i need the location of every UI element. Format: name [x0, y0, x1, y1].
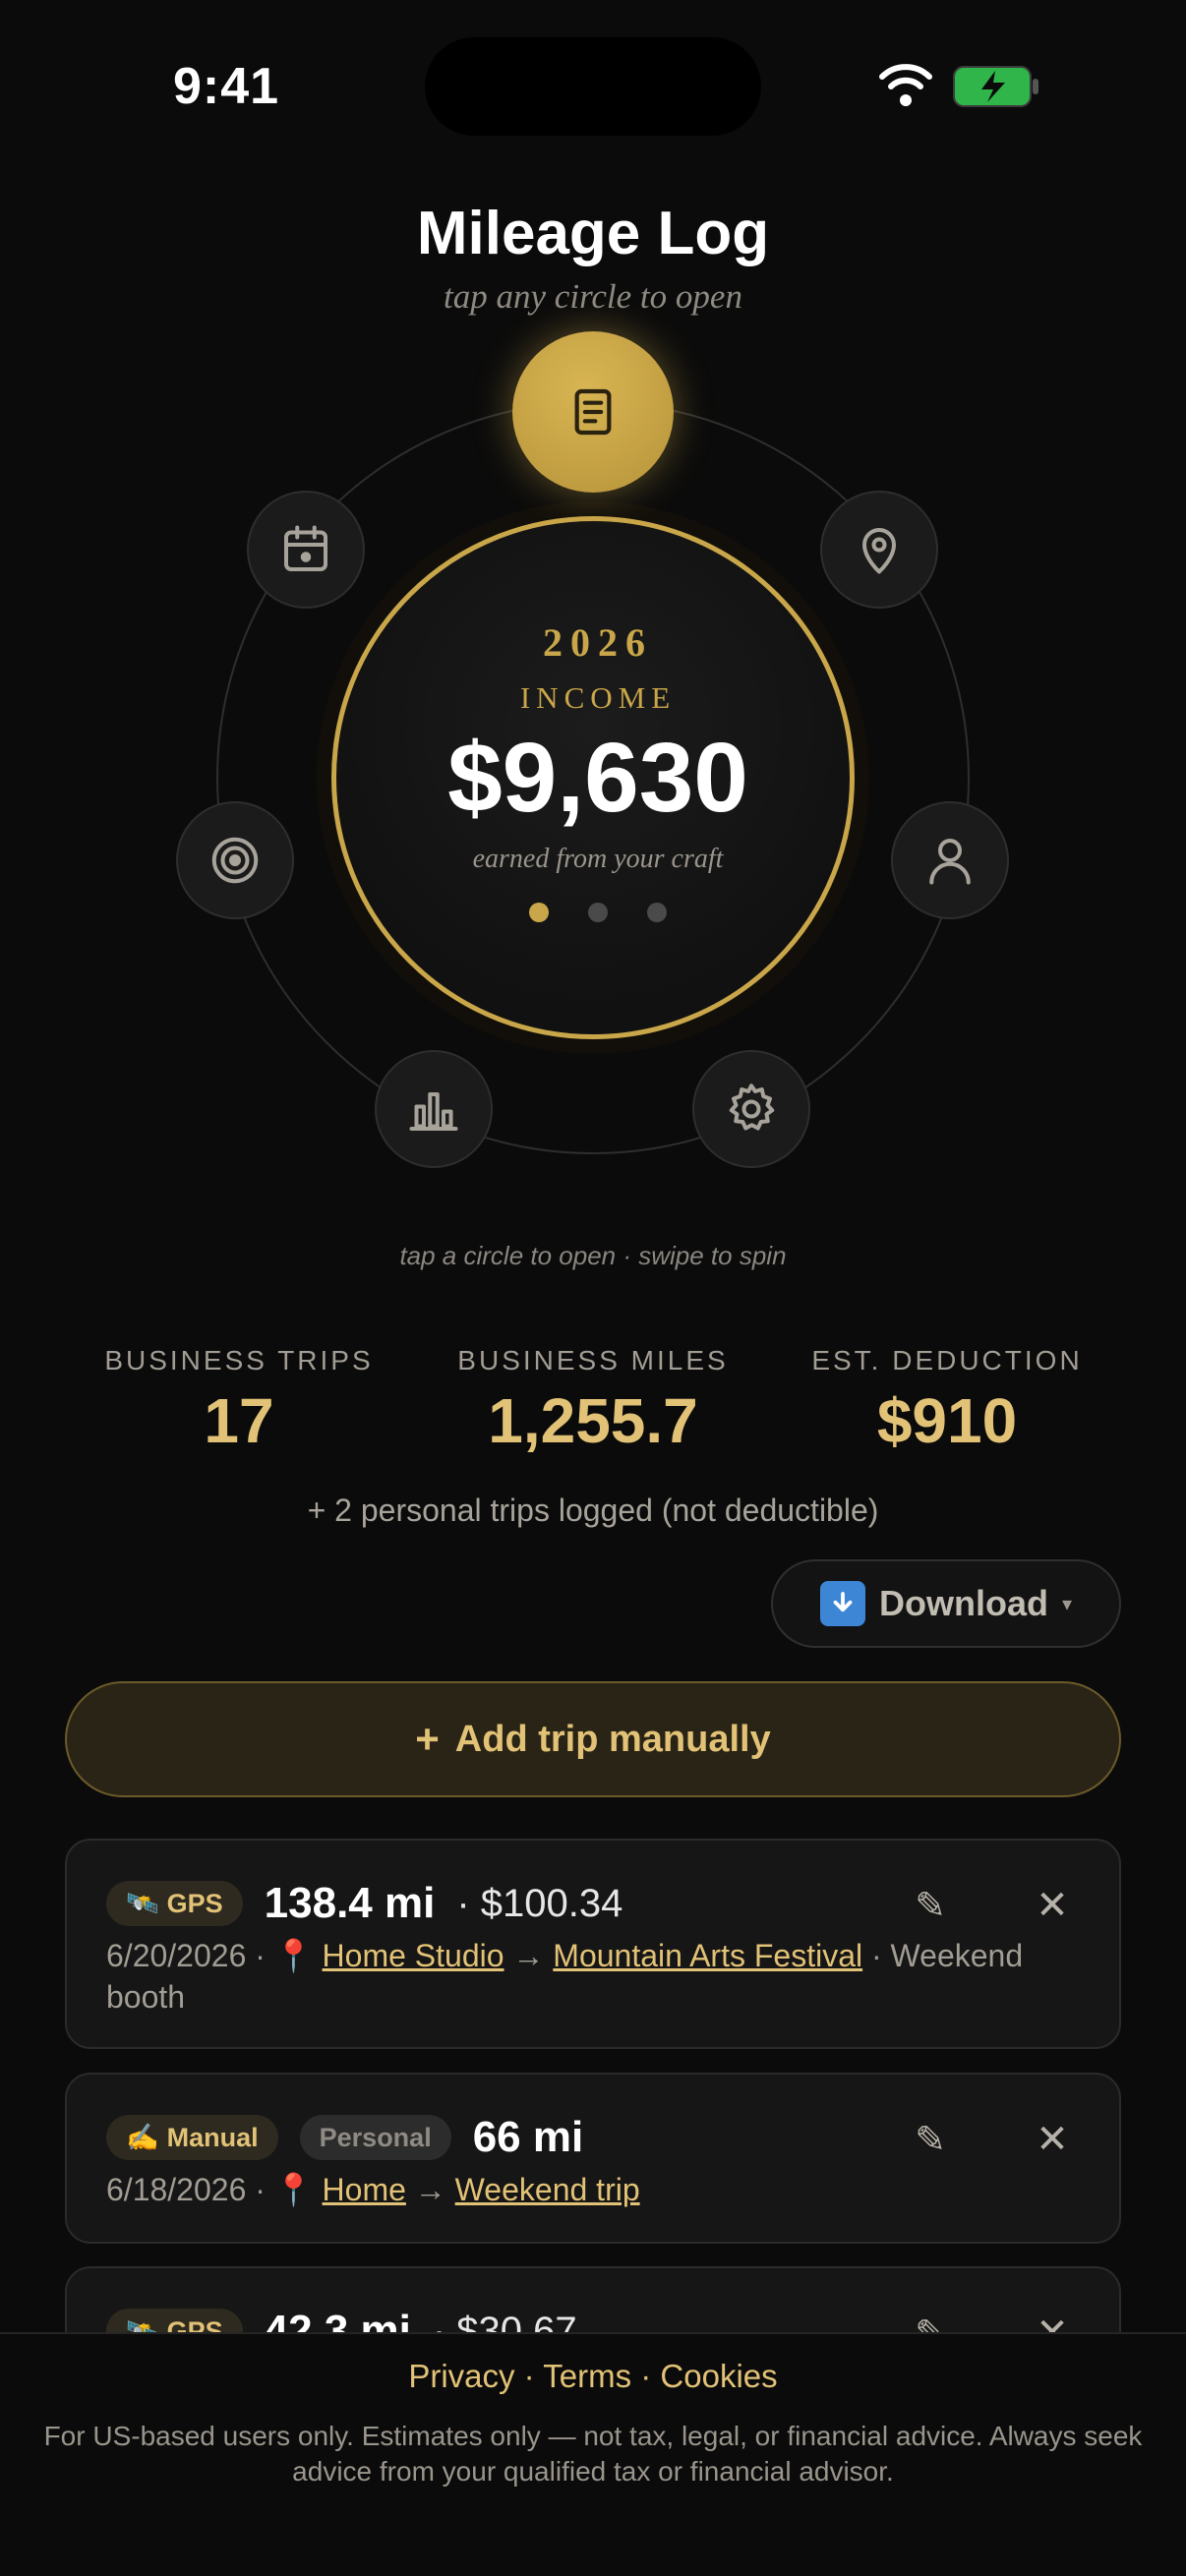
trip-to-link[interactable]: Mountain Arts Festival	[553, 1938, 862, 1973]
stat-label: BUSINESS TRIPS	[104, 1345, 374, 1376]
trip-date: 6/20/2026 ·	[106, 1938, 266, 1973]
battery-icon	[953, 66, 1038, 107]
status-time: 9:41	[173, 58, 280, 115]
trip-miles: 138.4 mi	[264, 1879, 436, 1927]
stat-label: BUSINESS MILES	[457, 1345, 729, 1376]
stat-value: $910	[876, 1385, 1018, 1456]
gear-icon	[729, 1083, 775, 1131]
dynamic-island	[425, 37, 761, 136]
page-subtitle: tap any circle to open	[444, 277, 742, 316]
pencil-icon: ✎	[915, 2119, 946, 2161]
income-label: INCOME	[519, 680, 677, 715]
arrow-right-icon: →	[512, 1938, 545, 1973]
node-document[interactable]	[512, 331, 674, 493]
target-icon	[211, 837, 259, 884]
document-icon	[574, 388, 612, 436]
delete-trip-button[interactable]: ✕	[1029, 2116, 1076, 2163]
calendar-icon	[284, 525, 327, 571]
trip-route: 6/18/2026 · 📍 Home → Weekend trip	[106, 2169, 1050, 2210]
node-profile[interactable]	[891, 801, 1009, 919]
close-icon: ✕	[1036, 2118, 1069, 2161]
trip-to-link[interactable]: Weekend trip	[455, 2172, 640, 2207]
page-dot[interactable]	[588, 903, 608, 922]
stat-business-trips: BUSINESS TRIPS 17	[62, 1345, 416, 1457]
footer-links: Privacy · Terms · Cookies	[0, 2358, 1186, 2395]
page-title: Mileage Log	[416, 200, 770, 267]
edit-trip-button[interactable]: ✎	[907, 1882, 954, 1929]
terms-link[interactable]: Terms	[543, 2358, 631, 2394]
privacy-link[interactable]: Privacy	[408, 2358, 514, 2394]
income-amount: $9,630	[447, 723, 748, 833]
close-icon: ✕	[1036, 1884, 1069, 1927]
bar-chart-icon	[409, 1092, 458, 1131]
edit-trip-button[interactable]: ✎	[907, 2116, 954, 2163]
node-calendar[interactable]	[247, 491, 365, 609]
download-arrow-icon	[819, 1581, 865, 1626]
download-button[interactable]: Download ▾	[771, 1559, 1121, 1648]
source-badge-gps: 🛰️ GPS	[106, 1881, 243, 1926]
trip-date: 6/18/2026 ·	[106, 2172, 266, 2207]
separator: ·	[514, 2358, 544, 2394]
personal-badge: Personal	[299, 2115, 451, 2160]
wheel-hint: tap a circle to open · swipe to spin	[399, 1241, 787, 1270]
separator: ·	[631, 2358, 661, 2394]
delete-trip-button[interactable]: ✕	[1029, 1882, 1076, 1929]
node-location[interactable]	[820, 491, 938, 609]
stat-value: 1,255.7	[488, 1385, 698, 1456]
income-circle[interactable]: 2026 INCOME $9,630 earned from your craf…	[331, 516, 855, 1039]
node-goals[interactable]	[176, 801, 294, 919]
pin-icon: 📍	[273, 2172, 314, 2207]
pencil-icon: ✎	[915, 1885, 946, 1927]
pin-icon: 📍	[273, 1938, 314, 1973]
trip-card[interactable]: ✍️ Manual Personal 66 mi 6/18/2026 · 📍 H…	[65, 2073, 1121, 2244]
trip-amount: · $100.34	[456, 1881, 623, 1925]
page-dots	[336, 903, 860, 922]
trip-route: 6/20/2026 · 📍 Home Studio → Mountain Art…	[106, 1935, 1050, 2018]
badge-label: Manual	[166, 2122, 259, 2152]
location-pin-icon	[862, 528, 896, 574]
trip-miles: 66 mi	[472, 2113, 584, 2161]
stat-business-miles: BUSINESS MILES 1,255.7	[416, 1345, 770, 1457]
disclaimer-text: For US-based users only. Estimates only …	[43, 2421, 1143, 2487]
trip-from-link[interactable]: Home Studio	[323, 1938, 504, 1973]
page-dot[interactable]	[529, 903, 549, 922]
app-screen: 9:41 Mileage Log tap any circle to open …	[0, 0, 1186, 2576]
arrow-right-icon: →	[414, 2172, 446, 2207]
stat-value: 17	[204, 1385, 274, 1456]
trip-card[interactable]: 🛰️ GPS 138.4 mi · $100.34 6/20/2026 · 📍 …	[65, 1839, 1121, 2049]
income-tagline: earned from your craft	[472, 844, 724, 874]
income-year: 2026	[543, 620, 653, 665]
add-trip-button[interactable]: + Add trip manually	[65, 1681, 1121, 1797]
plus-icon: +	[415, 1716, 440, 1762]
node-reports[interactable]	[375, 1050, 493, 1168]
trip-from-link[interactable]: Home	[323, 2172, 406, 2207]
wifi-icon	[879, 64, 932, 106]
legal-footer: Privacy · Terms · Cookies For US-based u…	[0, 2332, 1186, 2576]
badge-label: GPS	[166, 1888, 223, 1918]
cookies-link[interactable]: Cookies	[660, 2358, 777, 2394]
satellite-icon: 🛰️	[126, 1889, 159, 1918]
personal-trips-note: + 2 personal trips logged (not deductibl…	[307, 1493, 879, 1528]
download-label: Download	[878, 1583, 1048, 1623]
add-trip-label: Add trip manually	[454, 1718, 771, 1760]
caret-down-icon: ▾	[1061, 1593, 1073, 1615]
person-icon	[929, 839, 971, 885]
writing-hand-icon: ✍️	[126, 2123, 159, 2152]
trip-header: 🛰️ GPS 138.4 mi · $100.34	[106, 1878, 623, 1929]
page-dot[interactable]	[647, 903, 667, 922]
source-badge-manual: ✍️ Manual	[106, 2115, 278, 2160]
stat-label: EST. DEDUCTION	[811, 1345, 1083, 1376]
node-settings[interactable]	[692, 1050, 810, 1168]
stat-est-deduction: EST. DEDUCTION $910	[770, 1345, 1124, 1457]
trip-header: ✍️ Manual Personal 66 mi	[106, 2112, 583, 2163]
